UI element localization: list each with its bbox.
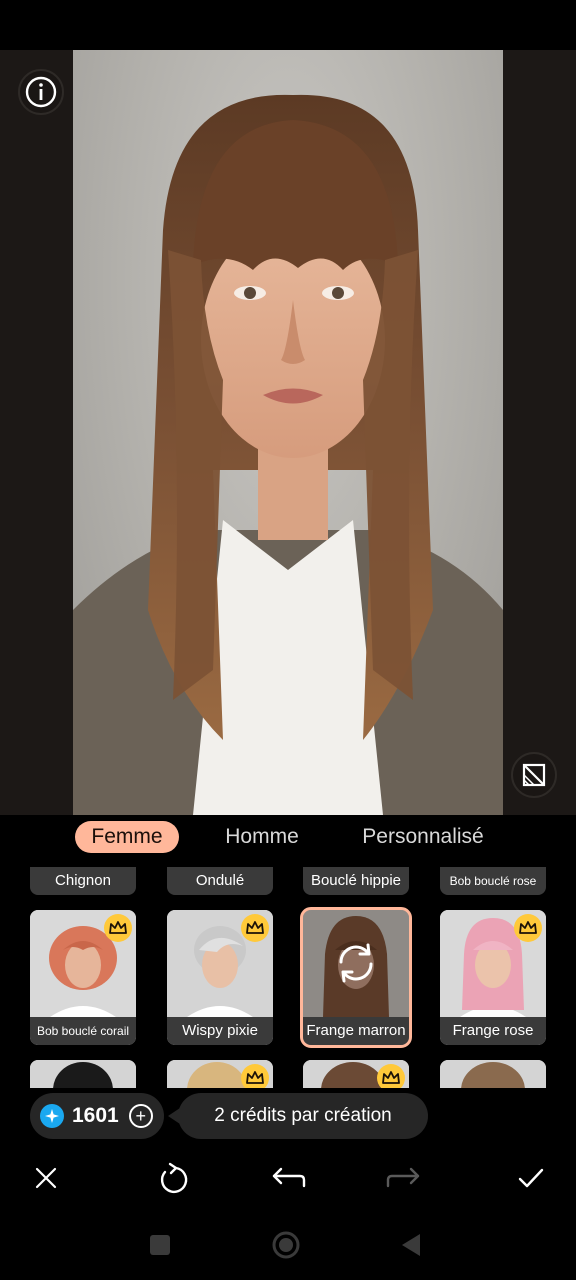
compare-button[interactable] [511,752,557,798]
preview-canvas [0,50,576,815]
refresh-icon [160,1162,188,1193]
style-card-frange-rose[interactable]: Frange rose [440,910,546,1045]
style-item-boucle-hippie[interactable]: Bouclé hippie [303,867,409,895]
confirm-button[interactable] [511,1158,551,1198]
refresh-icon [339,943,373,983]
gem-icon [40,1104,64,1128]
regenerate-button[interactable] [153,1158,193,1198]
style-card-label: Frange marron [303,1017,409,1045]
category-tabs: Femme Homme Personnalisé [0,821,576,853]
style-item-bob-boucle-rose[interactable]: Bob bouclé rose [440,867,546,895]
credits-balance[interactable]: 1601 + [30,1093,164,1139]
back-triangle-icon [402,1234,420,1256]
tab-femme[interactable]: Femme [75,821,179,853]
style-card-partial[interactable] [167,1060,273,1088]
compare-icon [522,763,546,787]
recents-button[interactable] [145,1230,175,1260]
style-card-label: Wispy pixie [167,1017,273,1045]
info-icon [25,76,57,108]
premium-crown-icon [241,914,269,942]
style-card-label: Frange rose [440,1017,546,1045]
add-credits-icon[interactable]: + [128,1104,153,1128]
check-icon [518,1168,544,1188]
premium-crown-icon [514,914,542,942]
style-card-partial[interactable] [30,1060,136,1088]
undo-icon [272,1167,306,1188]
style-card-partial[interactable] [440,1060,546,1088]
back-button[interactable] [396,1230,426,1260]
style-card-label: Bob bouclé corail [30,1017,136,1045]
portrait-photo [73,50,503,815]
status-bar [0,0,576,50]
tab-personnalise[interactable]: Personnalisé [350,821,496,853]
square-icon [150,1235,170,1255]
style-card-bob-boucle-corail[interactable]: Bob bouclé corail [30,910,136,1045]
premium-crown-icon [104,914,132,942]
home-circle-icon [272,1231,300,1259]
style-item-ondule[interactable]: Ondulé [167,867,273,895]
premium-crown-icon [241,1064,269,1088]
style-card-frange-marron[interactable]: Frange marron [300,907,412,1048]
style-item-chignon[interactable]: Chignon [30,867,136,895]
premium-crown-icon [377,1064,405,1088]
home-button[interactable] [271,1230,301,1260]
redo-button[interactable] [384,1158,424,1198]
undo-button[interactable] [268,1158,308,1198]
tab-homme[interactable]: Homme [210,821,314,853]
style-card-partial[interactable] [303,1060,409,1088]
redo-icon [386,1167,420,1188]
info-button[interactable] [18,69,64,115]
close-icon [35,1167,57,1189]
credits-count: 1601 [72,1104,119,1127]
style-card-wispy-pixie[interactable]: Wispy pixie [167,910,273,1045]
credits-tooltip: 2 crédits par création [168,1093,428,1139]
close-button[interactable] [26,1158,66,1198]
